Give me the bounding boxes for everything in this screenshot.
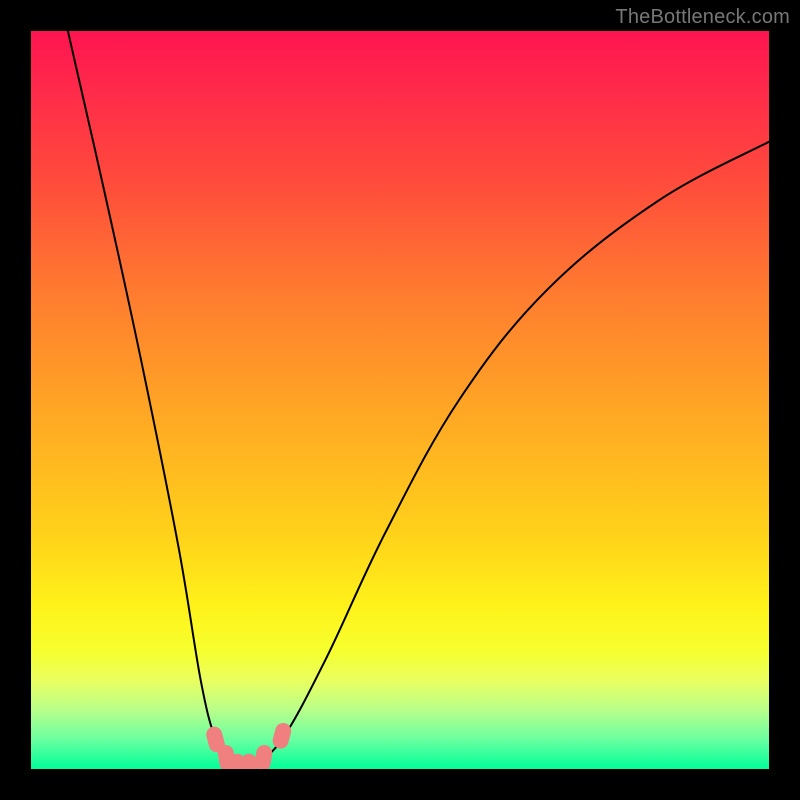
chart-svg [31, 31, 769, 769]
watermark-text: TheBottleneck.com [615, 6, 790, 29]
chart-frame: TheBottleneck.com [0, 0, 800, 800]
highlight-dot [240, 753, 257, 769]
plot-area [31, 31, 769, 769]
bottleneck-curve [68, 31, 769, 769]
highlight-dot [254, 744, 274, 769]
highlight-dots [204, 721, 293, 769]
bottleneck-curve-path [68, 31, 769, 769]
